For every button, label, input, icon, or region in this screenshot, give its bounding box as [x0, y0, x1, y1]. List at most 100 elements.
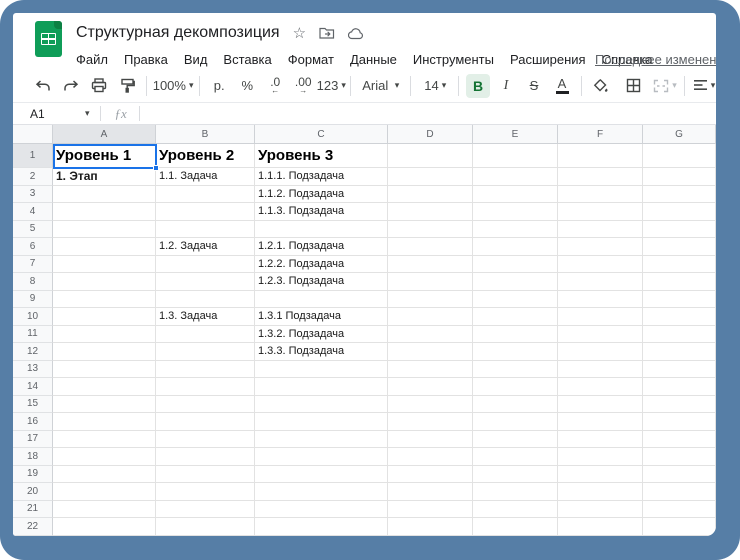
cell-D10[interactable] [388, 308, 473, 326]
cell-C19[interactable] [255, 466, 388, 484]
cell-A3[interactable] [53, 186, 156, 204]
name-box[interactable]: A1 [13, 107, 85, 121]
cell-F12[interactable] [558, 343, 643, 361]
cell-E15[interactable] [473, 396, 558, 414]
cell-B2[interactable]: 1.1. Задача [156, 168, 255, 186]
cell-D8[interactable] [388, 273, 473, 291]
cell-A13[interactable] [53, 361, 156, 379]
cloud-saved-icon[interactable] [348, 27, 365, 40]
cell-F10[interactable] [558, 308, 643, 326]
text-color-button[interactable]: A [550, 74, 574, 98]
cell-B14[interactable] [156, 378, 255, 396]
cell-D6[interactable] [388, 238, 473, 256]
cell-D1[interactable] [388, 144, 473, 168]
cell-E13[interactable] [473, 361, 558, 379]
row-header-15[interactable]: 15 [13, 396, 53, 414]
cell-D18[interactable] [388, 448, 473, 466]
cell-E6[interactable] [473, 238, 558, 256]
decrease-decimal-button[interactable]: .0← [263, 74, 287, 98]
cell-B11[interactable] [156, 326, 255, 344]
cell-E18[interactable] [473, 448, 558, 466]
cell-D21[interactable] [388, 501, 473, 519]
cell-F6[interactable] [558, 238, 643, 256]
column-header-F[interactable]: F [558, 125, 643, 144]
row-header-11[interactable]: 11 [13, 326, 53, 344]
row-header-19[interactable]: 19 [13, 466, 53, 484]
cell-C11[interactable]: 1.3.2. Подзадача [255, 326, 388, 344]
cell-F18[interactable] [558, 448, 643, 466]
cell-D20[interactable] [388, 483, 473, 501]
paint-format-button[interactable] [115, 74, 139, 98]
cell-C14[interactable] [255, 378, 388, 396]
menu-format[interactable]: Формат [280, 50, 342, 69]
cell-A18[interactable] [53, 448, 156, 466]
cell-A10[interactable] [53, 308, 156, 326]
cell-F14[interactable] [558, 378, 643, 396]
cell-F15[interactable] [558, 396, 643, 414]
cell-E21[interactable] [473, 501, 558, 519]
italic-button[interactable]: I [494, 74, 518, 98]
cell-B10[interactable]: 1.3. Задача [156, 308, 255, 326]
row-header-14[interactable]: 14 [13, 378, 53, 396]
cell-E4[interactable] [473, 203, 558, 221]
sheets-logo-icon[interactable] [35, 21, 62, 57]
cell-F20[interactable] [558, 483, 643, 501]
cell-C3[interactable]: 1.1.2. Подзадача [255, 186, 388, 204]
cell-G11[interactable] [643, 326, 716, 344]
cell-F19[interactable] [558, 466, 643, 484]
cell-F11[interactable] [558, 326, 643, 344]
cell-F5[interactable] [558, 221, 643, 239]
menu-file[interactable]: Файл [68, 50, 116, 69]
cell-E16[interactable] [473, 413, 558, 431]
cell-C15[interactable] [255, 396, 388, 414]
cell-C8[interactable]: 1.2.3. Подзадача [255, 273, 388, 291]
formula-input[interactable] [140, 103, 716, 124]
cell-F16[interactable] [558, 413, 643, 431]
cell-G6[interactable] [643, 238, 716, 256]
cell-C12[interactable]: 1.3.3. Подзадача [255, 343, 388, 361]
cell-A2[interactable]: 1. Этап [53, 168, 156, 186]
redo-button[interactable] [59, 74, 83, 98]
cell-G19[interactable] [643, 466, 716, 484]
cell-A1[interactable]: Уровень 1 [53, 144, 156, 168]
menu-data[interactable]: Данные [342, 50, 405, 69]
cell-C13[interactable] [255, 361, 388, 379]
zoom-select[interactable]: 100%▾ [154, 74, 192, 98]
cell-G18[interactable] [643, 448, 716, 466]
cell-D22[interactable] [388, 518, 473, 536]
cell-E20[interactable] [473, 483, 558, 501]
cell-C6[interactable]: 1.2.1. Подзадача [255, 238, 388, 256]
cell-B4[interactable] [156, 203, 255, 221]
cell-B19[interactable] [156, 466, 255, 484]
cell-E22[interactable] [473, 518, 558, 536]
cell-B8[interactable] [156, 273, 255, 291]
cell-B17[interactable] [156, 431, 255, 449]
cell-C10[interactable]: 1.3.1 Подзадача [255, 308, 388, 326]
cell-D19[interactable] [388, 466, 473, 484]
cell-E17[interactable] [473, 431, 558, 449]
cell-D13[interactable] [388, 361, 473, 379]
cell-G15[interactable] [643, 396, 716, 414]
cell-E14[interactable] [473, 378, 558, 396]
cell-F22[interactable] [558, 518, 643, 536]
cell-G7[interactable] [643, 256, 716, 274]
cell-C22[interactable] [255, 518, 388, 536]
cell-D15[interactable] [388, 396, 473, 414]
cell-F9[interactable] [558, 291, 643, 309]
cell-F8[interactable] [558, 273, 643, 291]
horizontal-align-button[interactable]: ▾ [692, 74, 716, 98]
print-button[interactable] [87, 74, 111, 98]
row-header-1[interactable]: 1 [13, 144, 53, 168]
cell-G20[interactable] [643, 483, 716, 501]
cell-C2[interactable]: 1.1.1. Подзадача [255, 168, 388, 186]
cell-A11[interactable] [53, 326, 156, 344]
cell-E19[interactable] [473, 466, 558, 484]
cell-F13[interactable] [558, 361, 643, 379]
cell-F7[interactable] [558, 256, 643, 274]
cell-E5[interactable] [473, 221, 558, 239]
cell-G3[interactable] [643, 186, 716, 204]
cell-F3[interactable] [558, 186, 643, 204]
row-header-4[interactable]: 4 [13, 203, 53, 221]
row-header-9[interactable]: 9 [13, 291, 53, 309]
row-header-22[interactable]: 22 [13, 518, 53, 536]
